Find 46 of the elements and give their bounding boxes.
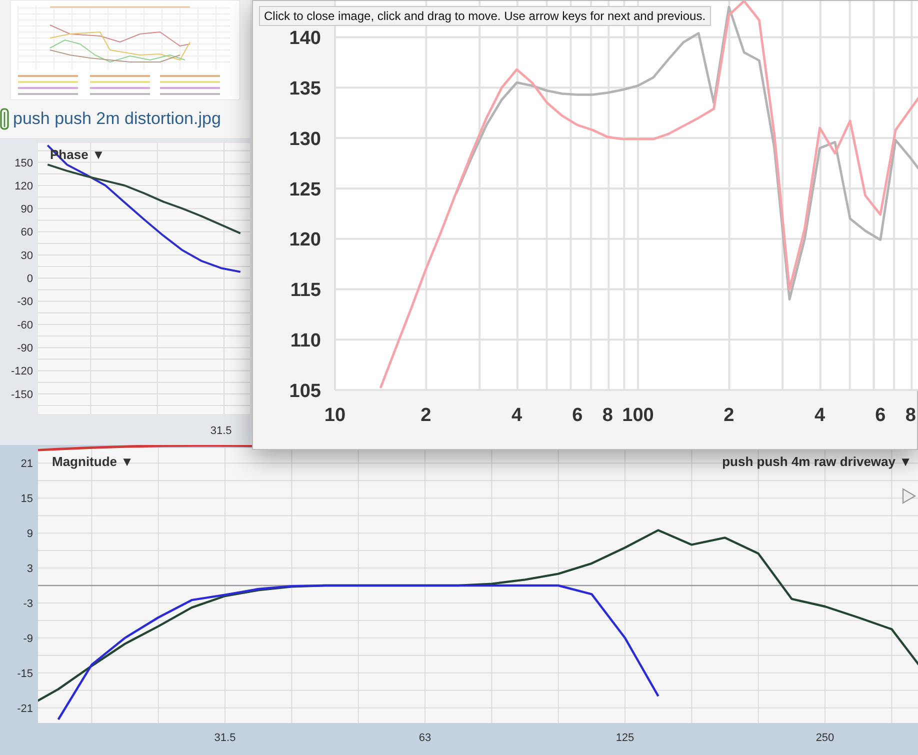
axis-tick-label: -90	[17, 342, 33, 355]
axis-tick-label: 125	[289, 179, 321, 200]
axis-tick-label: 130	[289, 128, 321, 150]
axis-tick-label: -30	[17, 296, 33, 308]
axis-tick-label: 105	[289, 380, 321, 402]
axis-tick-label: 63	[418, 732, 432, 744]
axis-tick-label: 31.5	[210, 425, 232, 437]
axis-tick-label: 2	[420, 405, 432, 426]
axis-tick-label: 110	[290, 330, 321, 352]
axis-tick-label: 6	[875, 405, 886, 426]
axis-tick-label: 0	[26, 273, 33, 286]
axis-tick-label: 135	[289, 78, 321, 100]
measurement-selector[interactable]: push push 4m raw driveway ▼	[722, 452, 912, 472]
axis-tick-label: -60	[17, 319, 33, 332]
axis-tick-label: 250	[816, 732, 834, 744]
axis-tick-label: 30	[20, 250, 33, 262]
axis-tick-label: 8	[602, 405, 613, 426]
axis-tick-label: -15	[17, 668, 33, 680]
axis-tick-label: 120	[289, 230, 321, 251]
axis-tick-label: 60	[20, 226, 33, 239]
axis-tick-label: 8	[905, 405, 916, 426]
axis-tick-label: 15	[20, 493, 33, 506]
axis-tick-label: 10	[324, 405, 346, 426]
axis-tick-label: 21	[20, 458, 33, 470]
axis-tick-label: 140	[289, 28, 321, 50]
axis-tick-label: 2	[724, 405, 734, 426]
axis-tick-label: -3	[23, 598, 33, 610]
axis-tick-label: 3	[26, 562, 33, 575]
axis-tick-label: 4	[814, 405, 826, 426]
magnitude-selector[interactable]: Magnitude ▼	[52, 452, 134, 472]
axis-tick-label: -120	[10, 366, 33, 378]
axis-tick-label: 6	[572, 405, 583, 426]
tooltip: Click to close image, click and drag to move. Use arrow keys for next and previous.	[259, 6, 711, 26]
axis-tick-label: 115	[290, 280, 321, 302]
axis-tick-label: 125	[616, 732, 634, 744]
axis-tick-label: 9	[26, 528, 33, 540]
axis-tick-label: -9	[23, 632, 33, 645]
axis-tick-label: 100	[622, 405, 654, 426]
axis-tick-label: -150	[10, 388, 33, 401]
axis-tick-label: 4	[512, 405, 522, 426]
axis-tick-label: 150	[14, 157, 33, 170]
image-viewer-panel[interactable]: 140 135 130 125 120 115 110 105 10 2 4 6 8 100 2 4 6 8 Click to close image, click and drag to move. Use arrow keys for next and previous.	[252, 0, 918, 450]
axis-tick-label: 31.5	[214, 732, 236, 744]
axis-tick-label: 90	[20, 204, 33, 216]
axis-tick-label: -21	[17, 702, 33, 715]
axis-tick-label: 120	[14, 180, 33, 192]
